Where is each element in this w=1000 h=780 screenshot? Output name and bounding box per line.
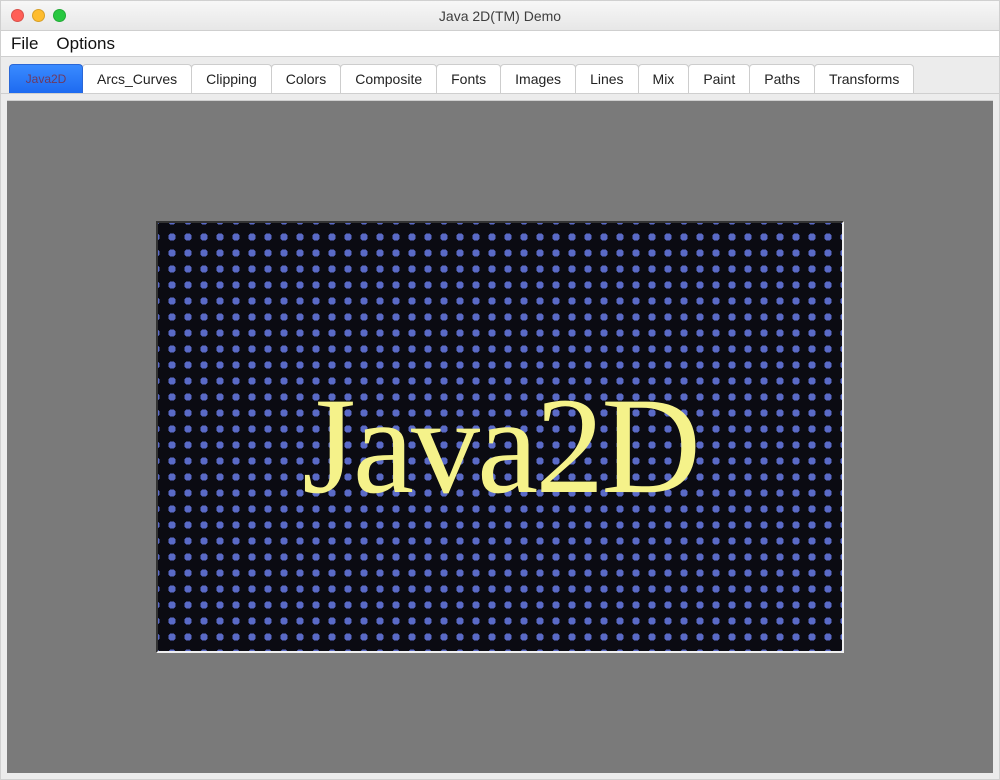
tab-java2d[interactable]: Java2D	[9, 64, 83, 93]
tab-fonts[interactable]: Fonts	[436, 64, 501, 93]
tab-row: Java2D Arcs_Curves Clipping Colors Compo…	[1, 57, 999, 94]
tab-mix[interactable]: Mix	[638, 64, 690, 93]
tab-colors[interactable]: Colors	[271, 64, 341, 93]
menubar: File Options	[1, 31, 999, 57]
tab-images[interactable]: Images	[500, 64, 576, 93]
content-area: Java2D	[7, 100, 993, 773]
tab-arcs-curves[interactable]: Arcs_Curves	[82, 64, 192, 93]
app-window: Java 2D(TM) Demo File Options Java2D Arc…	[0, 0, 1000, 780]
tab-composite[interactable]: Composite	[340, 64, 437, 93]
minimize-icon[interactable]	[32, 9, 45, 22]
tab-transforms[interactable]: Transforms	[814, 64, 914, 93]
tab-paint[interactable]: Paint	[688, 64, 750, 93]
maximize-icon[interactable]	[53, 9, 66, 22]
titlebar[interactable]: Java 2D(TM) Demo	[1, 1, 999, 31]
demo-canvas: Java2D	[156, 221, 844, 653]
window-title: Java 2D(TM) Demo	[1, 8, 999, 24]
menu-options[interactable]: Options	[56, 34, 115, 54]
menu-file[interactable]: File	[11, 34, 38, 54]
close-icon[interactable]	[11, 9, 24, 22]
traffic-lights	[11, 9, 66, 22]
tab-clipping[interactable]: Clipping	[191, 64, 272, 93]
tab-paths[interactable]: Paths	[749, 64, 815, 93]
tab-lines[interactable]: Lines	[575, 64, 638, 93]
java2d-logo-text: Java2D	[158, 231, 842, 653]
